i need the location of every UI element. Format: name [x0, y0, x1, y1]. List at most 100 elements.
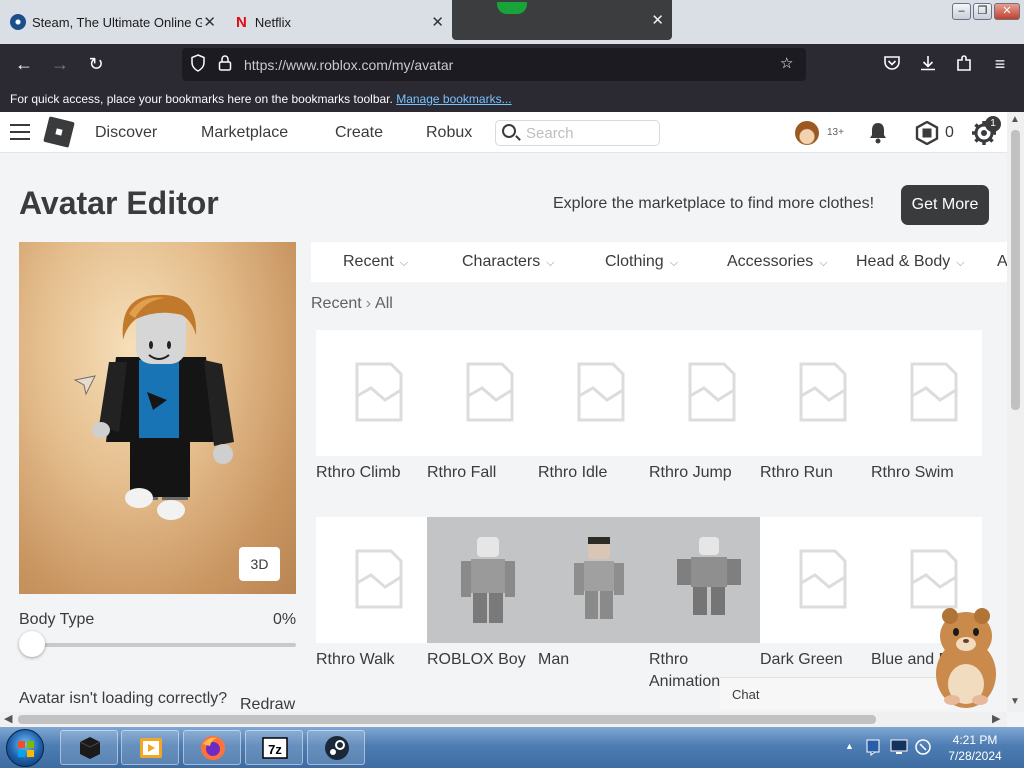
tab-more[interactable]: A: [997, 253, 1007, 271]
item-name: Rthro Swim: [871, 464, 954, 481]
get-more-button[interactable]: Get More: [901, 185, 989, 225]
search-input[interactable]: [526, 124, 654, 142]
scroll-right-icon[interactable]: ▶: [992, 712, 1000, 725]
scroll-up-icon[interactable]: ▲: [1010, 114, 1020, 125]
item-card[interactable]: Rthro Jump: [649, 330, 760, 484]
placeholder-image-icon: [799, 362, 847, 422]
robux-icon[interactable]: [915, 121, 939, 145]
tab-close-icon[interactable]: ✕: [431, 13, 444, 31]
scroll-thumb[interactable]: [18, 715, 876, 724]
placeholder-image-icon: [355, 362, 403, 422]
nav-marketplace[interactable]: Marketplace: [201, 124, 288, 142]
item-card[interactable]: Dark Green: [760, 517, 871, 671]
tab-label: A: [997, 253, 1007, 270]
url-bar[interactable]: https://www.roblox.com/my/avatar ☆: [182, 48, 806, 81]
breadcrumb-recent[interactable]: Recent: [311, 295, 362, 312]
tab-title: Netflix: [254, 14, 291, 30]
item-name: Rthro Run: [760, 464, 833, 481]
tray-expand-icon[interactable]: ▲: [845, 741, 854, 751]
robux-count[interactable]: 0: [945, 124, 954, 142]
7zip-icon: 7z: [262, 737, 288, 759]
search-icon[interactable]: [502, 124, 516, 138]
tab-accessories[interactable]: Accessories ⌵: [727, 253, 828, 271]
explore-text: Explore the marketplace to find more clo…: [553, 195, 875, 212]
lock-icon[interactable]: [218, 54, 232, 76]
svg-text:7z: 7z: [268, 742, 282, 757]
body-type-slider-handle[interactable]: [19, 631, 45, 657]
item-thumbnail: [316, 330, 427, 456]
item-card[interactable]: Rthro Walk: [316, 517, 427, 671]
shield-icon[interactable]: [190, 54, 206, 76]
tab-label: Head & Body: [856, 253, 951, 270]
extensions-icon[interactable]: [952, 54, 976, 77]
bookmark-star-icon[interactable]: ☆: [780, 54, 793, 72]
reload-icon[interactable]: ↻: [84, 54, 108, 75]
taskbar-app-steam[interactable]: [307, 730, 365, 765]
item-card[interactable]: Man: [538, 517, 649, 671]
menu-icon[interactable]: ≡: [988, 54, 1012, 75]
item-card[interactable]: Rthro Fall: [427, 330, 538, 484]
nav-robux[interactable]: Robux: [426, 124, 472, 142]
body-type-value: 0%: [273, 611, 297, 628]
redraw-button[interactable]: Redraw: [240, 696, 295, 713]
tab-netflix[interactable]: N Netflix ✕: [224, 0, 452, 44]
bell-icon[interactable]: [868, 121, 888, 145]
taskbar-app-7zip[interactable]: 7z: [245, 730, 303, 765]
close-window-button[interactable]: ✕: [994, 3, 1020, 20]
nav-discover[interactable]: Discover: [95, 124, 157, 142]
tab-clothing[interactable]: Clothing ⌵: [605, 253, 678, 271]
view-3d-button[interactable]: 3D: [239, 547, 280, 581]
tab-close-icon[interactable]: ✕: [203, 13, 216, 31]
action-center-icon[interactable]: [865, 737, 885, 757]
avatar-loading-text: Avatar isn't loading correctly?: [19, 690, 228, 707]
tab-active[interactable]: ✕: [452, 0, 672, 40]
hamburger-menu-icon[interactable]: [10, 124, 30, 140]
tab-recent[interactable]: Recent ⌵: [343, 253, 408, 271]
pocket-icon[interactable]: [880, 54, 904, 77]
chat-bar[interactable]: Chat: [720, 677, 950, 709]
item-name: Dark Green: [760, 651, 843, 668]
nav-create[interactable]: Create: [335, 124, 383, 142]
volume-icon[interactable]: [913, 737, 933, 757]
roblox-header: Discover Marketplace Create Robux 13+ 0: [0, 112, 1007, 153]
download-icon[interactable]: [916, 54, 940, 77]
taskbar-clock[interactable]: 4:21 PM 7/28/2024: [940, 732, 1010, 764]
item-card[interactable]: Rthro Swim: [871, 330, 982, 484]
maximize-button[interactable]: ❐: [973, 3, 992, 20]
item-card[interactable]: Rthro Idle: [538, 330, 649, 484]
network-icon[interactable]: [889, 737, 909, 757]
taskbar-app-media[interactable]: [121, 730, 179, 765]
forward-arrow-icon[interactable]: →: [48, 54, 72, 75]
item-card[interactable]: Rthro Climb: [316, 330, 427, 484]
body-type-slider[interactable]: [19, 643, 296, 647]
scroll-down-icon[interactable]: ▼: [1010, 696, 1020, 707]
manage-bookmarks-link[interactable]: Manage bookmarks...: [396, 92, 511, 106]
item-thumbnail: [427, 330, 538, 456]
item-card[interactable]: ROBLOX Boy: [427, 517, 538, 671]
start-button[interactable]: [6, 729, 44, 767]
item-thumbnail: [649, 517, 760, 643]
item-card[interactable]: Rthro Animation: [649, 517, 760, 693]
item-card[interactable]: Rthro Run: [760, 330, 871, 484]
minimize-button[interactable]: –: [952, 3, 971, 20]
horizontal-scrollbar[interactable]: ◀ ▶: [0, 712, 1007, 727]
tab-characters[interactable]: Characters ⌵: [462, 253, 555, 271]
roblox-logo[interactable]: [43, 116, 75, 148]
user-avatar[interactable]: [795, 121, 819, 145]
avatar-preview[interactable]: 3D: [19, 242, 296, 594]
taskbar-app-firefox[interactable]: [183, 730, 241, 765]
tab-close-icon[interactable]: ✕: [651, 11, 664, 29]
tab-label: Clothing: [605, 253, 664, 270]
breadcrumb-all: All: [375, 295, 393, 312]
steam-icon: [325, 736, 349, 760]
scroll-thumb[interactable]: [1011, 130, 1020, 410]
vertical-scrollbar[interactable]: ▲ ▼: [1007, 112, 1024, 712]
tab-head-body[interactable]: Head & Body ⌵: [856, 253, 965, 271]
tab-steam[interactable]: Steam, The Ultimate Online Game Platform…: [0, 0, 224, 44]
man-figure: [574, 537, 624, 619]
netflix-icon: N: [236, 13, 247, 31]
scroll-left-icon[interactable]: ◀: [4, 712, 12, 725]
back-arrow-icon[interactable]: ←: [12, 54, 36, 75]
item-name: ROBLOX Boy: [427, 651, 526, 668]
taskbar-app-terminal[interactable]: [60, 730, 118, 765]
